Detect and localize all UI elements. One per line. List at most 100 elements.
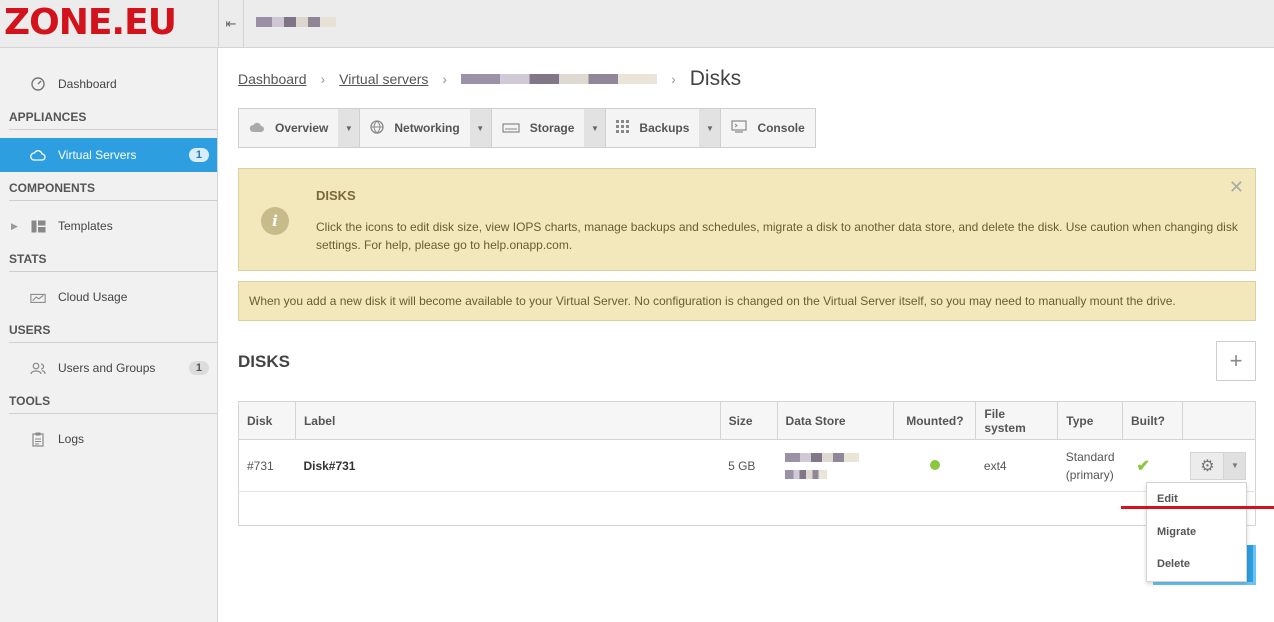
main-content: Dashboard › Virtual servers › › Disks Ov… xyxy=(219,48,1274,622)
sidebar-item-label: Virtual Servers xyxy=(58,148,137,162)
tab-backups[interactable]: Backups xyxy=(606,109,699,147)
sidebar-item-templates[interactable]: ▶ Templates xyxy=(0,209,217,243)
column-header-type: Type xyxy=(1057,401,1123,440)
sidebar-item-label: Logs xyxy=(58,432,85,446)
sidebar-item-label: Templates xyxy=(58,219,113,233)
cell-disk-id: #731 xyxy=(238,439,296,492)
sidebar-item-virtual-servers[interactable]: Virtual Servers 1 xyxy=(0,138,217,172)
globe-icon xyxy=(370,119,385,137)
chevron-down-icon[interactable]: ▼ xyxy=(1223,452,1246,479)
breadcrumb-virtual-servers[interactable]: Virtual servers xyxy=(339,71,428,87)
sidebar-item-cloud-usage[interactable]: Cloud Usage xyxy=(0,280,217,314)
gear-icon[interactable]: ⚙ xyxy=(1191,453,1223,479)
chevron-down-icon[interactable]: ▼ xyxy=(584,109,607,147)
tab-label: Backups xyxy=(639,121,690,135)
section-users: USERS xyxy=(9,319,217,343)
count-badge: 1 xyxy=(188,361,209,375)
cell-data-store xyxy=(777,439,894,492)
breadcrumb-dashboard[interactable]: Dashboard xyxy=(238,71,307,87)
expand-arrow-icon[interactable]: ▶ xyxy=(11,221,18,232)
redacted-user-info xyxy=(256,17,336,27)
column-header-disk: Disk xyxy=(238,401,296,440)
users-icon xyxy=(30,360,46,376)
sidebar-item-label: Dashboard xyxy=(58,77,117,91)
chevron-right-icon: › xyxy=(442,71,448,87)
chevron-down-icon[interactable]: ▼ xyxy=(338,109,361,147)
section-tools: TOOLS xyxy=(9,390,217,414)
sidebar-item-users-and-groups[interactable]: Users and Groups 1 xyxy=(0,351,217,385)
close-icon[interactable]: ✕ xyxy=(1229,177,1244,198)
chevron-right-icon: › xyxy=(671,71,676,87)
add-disk-button[interactable]: + xyxy=(1216,341,1256,381)
zone-logo[interactable]: ZONE.EU xyxy=(4,3,208,43)
chart-icon xyxy=(30,289,46,305)
type-label: Standard xyxy=(1065,449,1115,464)
cell-size: 5 GB xyxy=(720,439,778,492)
sidebar: Dashboard APPLIANCES Virtual Servers 1 C… xyxy=(0,48,218,622)
sidebar-item-logs[interactable]: Logs xyxy=(0,422,217,456)
monitor-icon xyxy=(731,120,748,136)
section-components: COMPONENTS xyxy=(9,177,217,201)
column-header-mounted: Mounted? xyxy=(893,401,977,440)
tab-label: Overview xyxy=(275,121,329,135)
disks-section-title: DISKS xyxy=(238,352,290,371)
table-empty-row xyxy=(238,491,1256,526)
section-stats: STATS xyxy=(9,248,217,272)
tab-networking[interactable]: Networking xyxy=(360,109,469,147)
table-row: #731 Disk#731 5 GB ext4 Standard (primar… xyxy=(238,439,1257,492)
column-header-file-system: File system xyxy=(975,401,1059,440)
menu-item-migrate[interactable]: Migrate xyxy=(1157,526,1196,538)
hard-drive-icon xyxy=(502,121,520,136)
collapse-left-icon[interactable]: ⇤ xyxy=(218,0,244,48)
column-header-built: Built? xyxy=(1122,401,1183,440)
cloud-icon xyxy=(249,121,265,136)
tab-storage[interactable]: Storage xyxy=(492,109,585,147)
menu-item-edit[interactable]: Edit xyxy=(1157,493,1178,505)
dashboard-icon xyxy=(30,76,46,92)
cell-disk-label[interactable]: Disk#731 xyxy=(295,439,721,492)
sidebar-item-dashboard[interactable]: Dashboard xyxy=(0,67,217,101)
tab-label: Console xyxy=(757,121,805,135)
menu-item-delete[interactable]: Delete xyxy=(1157,558,1190,570)
column-header-actions xyxy=(1181,401,1257,440)
disks-table: Disk Label Size Data Store Mounted? File… xyxy=(238,401,1257,526)
warning-note: When you add a new disk it will become a… xyxy=(238,281,1256,321)
info-alert: i DISKS Click the icons to edit disk siz… xyxy=(238,168,1256,271)
tab-label: Storage xyxy=(529,121,575,135)
chevron-down-icon[interactable]: ▼ xyxy=(699,109,722,147)
disk-actions-dropdown: Edit Migrate Delete xyxy=(1146,482,1247,582)
column-header-size: Size xyxy=(719,401,778,440)
cell-file-system: ext4 xyxy=(975,439,1058,492)
tab-label: Networking xyxy=(394,121,460,135)
mounted-status-dot xyxy=(929,459,940,470)
alert-title: DISKS xyxy=(316,188,356,203)
red-annotation-line xyxy=(1121,506,1274,509)
templates-icon xyxy=(30,218,46,234)
tab-console[interactable]: Console xyxy=(721,109,814,147)
disk-actions-button[interactable]: ⚙ ▼ xyxy=(1190,451,1247,480)
tab-overview[interactable]: Overview xyxy=(239,109,338,147)
sidebar-item-label: Cloud Usage xyxy=(58,290,128,304)
grid-icon xyxy=(616,120,630,136)
check-icon: ✔ xyxy=(1136,457,1150,475)
cloud-icon xyxy=(30,147,46,163)
page-title: Disks xyxy=(689,67,742,90)
breadcrumb-redacted-server[interactable] xyxy=(461,74,658,84)
section-appliances: APPLIANCES xyxy=(9,106,217,130)
redacted-data-store xyxy=(785,452,860,462)
breadcrumb: Dashboard › Virtual servers › › Disks xyxy=(238,64,741,94)
chevron-down-icon[interactable]: ▼ xyxy=(469,109,492,147)
cell-type: Standard (primary) xyxy=(1057,439,1123,492)
alert-text: Click the icons to edit disk size, view … xyxy=(316,220,1238,252)
column-header-data-store: Data Store xyxy=(776,401,895,440)
column-header-label: Label xyxy=(294,401,721,440)
sidebar-item-label: Users and Groups xyxy=(58,361,156,375)
empty-cell xyxy=(238,491,1256,526)
redacted-data-store xyxy=(785,469,828,479)
server-tabs: Overview ▼ Networking ▼ Storage ▼ Backup… xyxy=(238,108,816,148)
chevron-right-icon: › xyxy=(320,71,326,87)
table-header-row: Disk Label Size Data Store Mounted? File… xyxy=(238,401,1257,440)
type-note: (primary) xyxy=(1065,467,1114,482)
clipboard-icon xyxy=(30,431,46,447)
info-icon: i xyxy=(261,207,289,235)
